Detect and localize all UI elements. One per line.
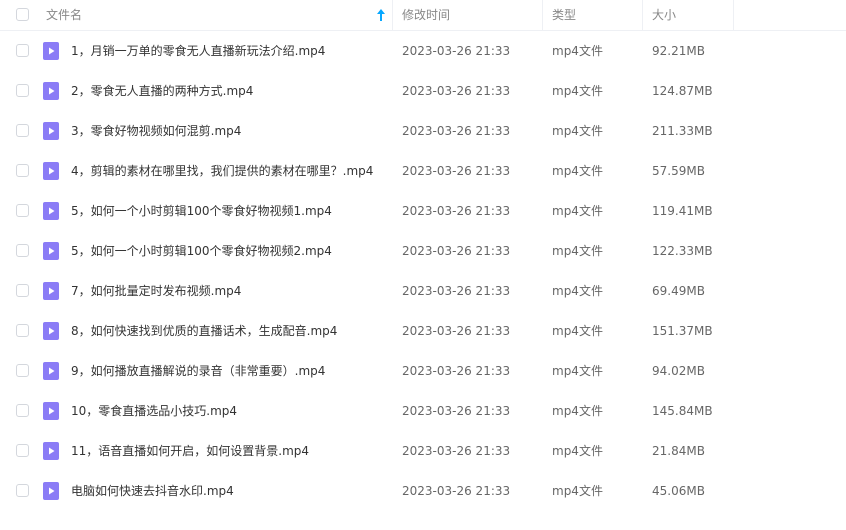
file-type: mp4文件 <box>552 404 603 418</box>
row-checkbox[interactable] <box>16 284 29 297</box>
file-size: 124.87MB <box>652 84 713 98</box>
file-name[interactable]: 2，零食无人直播的两种方式.mp4 <box>71 71 253 111</box>
video-file-icon <box>43 242 59 260</box>
file-type: mp4文件 <box>552 284 603 298</box>
row-checkbox[interactable] <box>16 164 29 177</box>
file-size: 94.02MB <box>652 364 705 378</box>
file-type: mp4文件 <box>552 84 603 98</box>
file-size: 211.33MB <box>652 124 713 138</box>
file-name[interactable]: 5，如何一个小时剪辑100个零食好物视频2.mp4 <box>71 231 332 271</box>
sort-ascending-icon[interactable] <box>376 8 386 22</box>
table-row[interactable]: 11，语音直播如何开启，如何设置背景.mp4 2023-03-26 21:33 … <box>0 431 846 471</box>
file-name[interactable]: 电脑如何快速去抖音水印.mp4 <box>71 471 234 511</box>
file-modified: 2023-03-26 21:33 <box>402 484 511 498</box>
table-row[interactable]: 2，零食无人直播的两种方式.mp4 2023-03-26 21:33 mp4文件… <box>0 71 846 111</box>
file-modified: 2023-03-26 21:33 <box>402 124 511 138</box>
video-file-icon <box>43 42 59 60</box>
table-row[interactable]: 5，如何一个小时剪辑100个零食好物视频2.mp4 2023-03-26 21:… <box>0 231 846 271</box>
column-header-name[interactable]: 文件名 <box>37 0 393 30</box>
file-type: mp4文件 <box>552 164 603 178</box>
file-size: 45.06MB <box>652 484 705 498</box>
row-checkbox[interactable] <box>16 404 29 417</box>
file-modified: 2023-03-26 21:33 <box>402 404 511 418</box>
file-modified: 2023-03-26 21:33 <box>402 84 511 98</box>
file-type: mp4文件 <box>552 364 603 378</box>
file-list: 文件名 修改时间 类型 大小 1，月销一万单的零食无人直播新玩法介绍.mp4 2… <box>0 0 846 511</box>
table-row[interactable]: 8，如何快速找到优质的直播话术，生成配音.mp4 2023-03-26 21:3… <box>0 311 846 351</box>
row-checkbox[interactable] <box>16 484 29 497</box>
file-modified: 2023-03-26 21:33 <box>402 444 511 458</box>
video-file-icon <box>43 442 59 460</box>
video-file-icon <box>43 402 59 420</box>
column-header-size[interactable]: 大小 <box>643 0 734 30</box>
file-size: 92.21MB <box>652 44 705 58</box>
column-header-name-label: 文件名 <box>46 8 83 22</box>
file-name[interactable]: 5，如何一个小时剪辑100个零食好物视频1.mp4 <box>71 191 332 231</box>
file-modified: 2023-03-26 21:33 <box>402 44 511 58</box>
file-modified: 2023-03-26 21:33 <box>402 284 511 298</box>
file-name[interactable]: 3，零食好物视频如何混剪.mp4 <box>71 111 241 151</box>
file-modified: 2023-03-26 21:33 <box>402 204 511 218</box>
file-size: 57.59MB <box>652 164 705 178</box>
video-file-icon <box>43 202 59 220</box>
file-type: mp4文件 <box>552 324 603 338</box>
file-type: mp4文件 <box>552 124 603 138</box>
row-checkbox[interactable] <box>16 124 29 137</box>
table-row[interactable]: 电脑如何快速去抖音水印.mp4 2023-03-26 21:33 mp4文件 4… <box>0 471 846 511</box>
table-row[interactable]: 7，如何批量定时发布视频.mp4 2023-03-26 21:33 mp4文件 … <box>0 271 846 311</box>
video-file-icon <box>43 322 59 340</box>
file-size: 69.49MB <box>652 284 705 298</box>
column-header-type[interactable]: 类型 <box>543 0 643 30</box>
table-row[interactable]: 5，如何一个小时剪辑100个零食好物视频1.mp4 2023-03-26 21:… <box>0 191 846 231</box>
file-name[interactable]: 1，月销一万单的零食无人直播新玩法介绍.mp4 <box>71 31 325 71</box>
file-name[interactable]: 11，语音直播如何开启，如何设置背景.mp4 <box>71 431 309 471</box>
column-header-size-label: 大小 <box>652 8 677 22</box>
row-checkbox[interactable] <box>16 444 29 457</box>
row-checkbox[interactable] <box>16 84 29 97</box>
file-name[interactable]: 8，如何快速找到优质的直播话术，生成配音.mp4 <box>71 311 337 351</box>
row-checkbox[interactable] <box>16 44 29 57</box>
file-list-header: 文件名 修改时间 类型 大小 <box>0 0 846 31</box>
file-size: 151.37MB <box>652 324 713 338</box>
file-size: 21.84MB <box>652 444 705 458</box>
table-row[interactable]: 3，零食好物视频如何混剪.mp4 2023-03-26 21:33 mp4文件 … <box>0 111 846 151</box>
table-row[interactable]: 4，剪辑的素材在哪里找，我们提供的素材在哪里？.mp4 2023-03-26 2… <box>0 151 846 191</box>
table-row[interactable]: 1，月销一万单的零食无人直播新玩法介绍.mp4 2023-03-26 21:33… <box>0 31 846 71</box>
file-name[interactable]: 4，剪辑的素材在哪里找，我们提供的素材在哪里？.mp4 <box>71 151 373 191</box>
table-row[interactable]: 10，零食直播选品小技巧.mp4 2023-03-26 21:33 mp4文件 … <box>0 391 846 431</box>
file-name[interactable]: 7，如何批量定时发布视频.mp4 <box>71 271 241 311</box>
file-name[interactable]: 10，零食直播选品小技巧.mp4 <box>71 391 237 431</box>
file-name[interactable]: 9，如何播放直播解说的录音（非常重要）.mp4 <box>71 351 325 391</box>
table-row[interactable]: 9，如何播放直播解说的录音（非常重要）.mp4 2023-03-26 21:33… <box>0 351 846 391</box>
file-modified: 2023-03-26 21:33 <box>402 244 511 258</box>
video-file-icon <box>43 482 59 500</box>
file-size: 122.33MB <box>652 244 713 258</box>
video-file-icon <box>43 82 59 100</box>
file-type: mp4文件 <box>552 484 603 498</box>
column-header-modified[interactable]: 修改时间 <box>393 0 543 30</box>
column-header-modified-label: 修改时间 <box>402 8 451 22</box>
file-type: mp4文件 <box>552 444 603 458</box>
video-file-icon <box>43 162 59 180</box>
header-checkbox-cell <box>0 0 37 30</box>
file-modified: 2023-03-26 21:33 <box>402 324 511 338</box>
video-file-icon <box>43 282 59 300</box>
video-file-icon <box>43 122 59 140</box>
select-all-checkbox[interactable] <box>16 8 29 21</box>
file-type: mp4文件 <box>552 44 603 58</box>
file-size: 119.41MB <box>652 204 713 218</box>
row-checkbox[interactable] <box>16 244 29 257</box>
file-modified: 2023-03-26 21:33 <box>402 164 511 178</box>
file-size: 145.84MB <box>652 404 713 418</box>
column-header-type-label: 类型 <box>552 8 577 22</box>
row-checkbox[interactable] <box>16 204 29 217</box>
file-type: mp4文件 <box>552 204 603 218</box>
video-file-icon <box>43 362 59 380</box>
row-checkbox[interactable] <box>16 364 29 377</box>
file-modified: 2023-03-26 21:33 <box>402 364 511 378</box>
file-type: mp4文件 <box>552 244 603 258</box>
row-checkbox[interactable] <box>16 324 29 337</box>
